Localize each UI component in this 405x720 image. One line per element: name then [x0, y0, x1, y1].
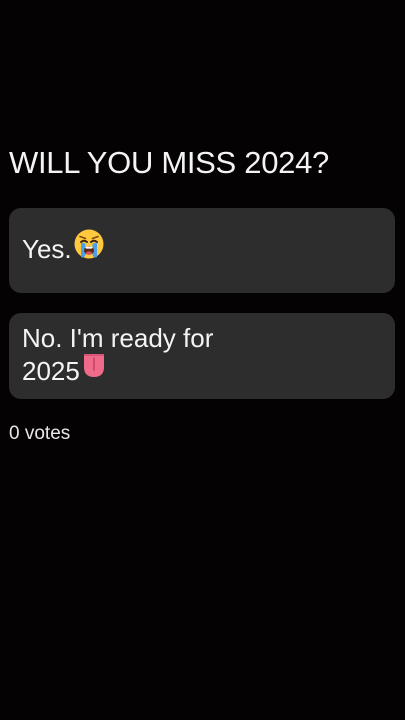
poll-card: WILL YOU MISS 2024? Yes. No. I'm ready f…: [9, 140, 396, 446]
poll-option-no-label: No. I'm ready for 2025: [22, 322, 214, 386]
loudly-crying-face-icon: [73, 228, 105, 268]
vote-count: 0 votes: [9, 423, 71, 444]
tongue-icon: [81, 353, 107, 387]
poll-question: WILL YOU MISS 2024?: [9, 145, 329, 180]
poll-option-yes-label: Yes.: [22, 233, 72, 264]
poll-option-yes[interactable]: Yes.: [9, 208, 395, 293]
poll-option-no[interactable]: No. I'm ready for 2025: [9, 313, 395, 399]
